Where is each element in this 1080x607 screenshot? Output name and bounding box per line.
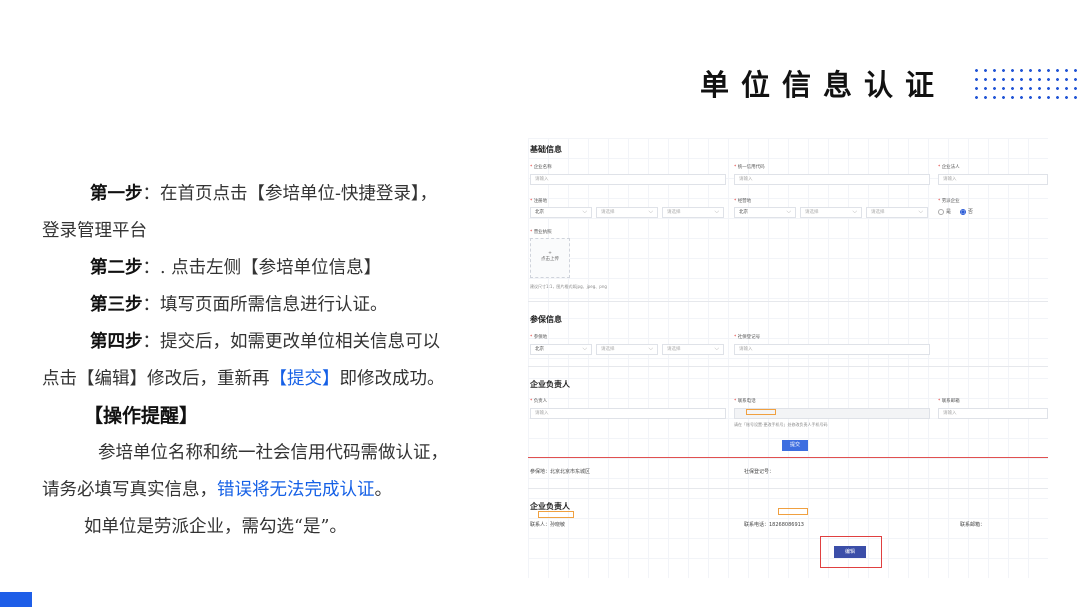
phone-label: * 联系电话	[734, 399, 756, 404]
submit-button[interactable]: 提交	[782, 440, 808, 451]
insured-province-select[interactable]: 北京	[530, 344, 592, 355]
operate-province-select[interactable]: 北京	[734, 207, 796, 218]
register-province-select[interactable]: 北京	[530, 207, 592, 218]
operate-district-select[interactable]: 请选择	[866, 207, 928, 218]
reminder-line-3: 如单位是劳派企业，需勾选“是”。	[84, 517, 347, 537]
company-name-label: * 企业名称	[530, 165, 552, 170]
leader-label: * 负责人	[530, 399, 548, 404]
step4-label: 第四步	[90, 332, 143, 352]
divider	[528, 301, 1048, 302]
step3: 第三步：填写页面所需信息进行认证。	[42, 287, 512, 324]
step1: 第一步：在首页点击【参培单位-快捷登录】，	[42, 176, 512, 213]
operate-city-select[interactable]: 请选择	[800, 207, 862, 218]
legal-person-input[interactable]: 请输入	[938, 174, 1048, 185]
register-label: * 注册地	[530, 199, 548, 204]
form-screenshot: 基础信息 * 企业名称 请输入 * 统一信用代码 请输入 * 企业法人 请输入 …	[528, 138, 1048, 578]
step4-continued: 点击【编辑】修改后，重新再【提交】即修改成功。	[42, 361, 512, 398]
summary-place: 参保地：北京北京市东城区	[530, 469, 591, 475]
submit-highlight: 【提交】	[269, 369, 340, 389]
email-input[interactable]: 请输入	[938, 408, 1048, 419]
social-code-label: * 社保登记号	[734, 335, 761, 340]
divider	[528, 366, 1048, 367]
summary-phone: 联系电话：18268086913	[744, 522, 804, 528]
step4-text: ：提交后，如需更改单位相关信息可以	[142, 332, 441, 352]
summary-social-code: 社保登记号：	[744, 469, 775, 475]
leader-input[interactable]: 请输入	[530, 408, 726, 419]
social-code-input[interactable]: 请输入	[734, 344, 930, 355]
step4-text-b: 即修改成功。	[339, 369, 445, 389]
labor-no-radio[interactable]: 否	[960, 208, 973, 215]
reminder-line-2: 请务必填写真实信息，错误将无法完成认证。	[42, 472, 512, 509]
edit-button[interactable]: 编辑	[834, 546, 866, 558]
credit-code-input[interactable]: 请输入	[734, 174, 930, 185]
step4-text-a: 点击【编辑】修改后，重新再	[42, 369, 270, 389]
step4: 第四步：提交后，如需更改单位相关信息可以	[42, 324, 512, 361]
license-upload[interactable]: + 点击上传	[530, 238, 570, 278]
upload-hint: 建议尺寸1:1，图片格式如jpg、jpeg、png	[530, 284, 607, 289]
labor-yes-radio[interactable]: 是	[938, 208, 951, 215]
register-city-select[interactable]: 请选择	[596, 207, 658, 218]
company-name-input[interactable]: 请输入	[530, 174, 726, 185]
operate-label: * 经营地	[734, 199, 752, 204]
reminder-text-b: 。	[374, 480, 393, 500]
red-separator	[528, 457, 1048, 458]
page-title: 单位信息认证	[700, 68, 947, 102]
leader-name-highlight	[538, 511, 574, 518]
insured-district-select[interactable]: 请选择	[662, 344, 724, 355]
step2-text: ：. 点击左侧【参培单位信息】	[142, 258, 382, 278]
step3-text: ：填写页面所需信息进行认证。	[142, 295, 388, 315]
email-label: * 联系邮箱	[938, 399, 960, 404]
basic-info-title: 基础信息	[530, 145, 562, 154]
reminder-line-1: 参培单位名称和统一社会信用代码需做认证，	[98, 443, 448, 463]
upload-text: 点击上传	[541, 257, 559, 262]
legal-person-label: * 企业法人	[938, 165, 960, 170]
step2: 第二步：. 点击左侧【参培单位信息】	[42, 250, 512, 287]
insured-city-select[interactable]: 请选择	[596, 344, 658, 355]
step3-label: 第三步	[90, 295, 143, 315]
error-warning: 错误将无法完成认证	[217, 480, 375, 500]
divider	[528, 488, 1048, 489]
leader-info-title: 企业负责人	[530, 380, 570, 389]
insured-place-label: * 参保地	[530, 335, 548, 340]
register-district-select[interactable]: 请选择	[662, 207, 724, 218]
summary-contact: 联系人：孙晓敏	[530, 522, 566, 528]
reminder-title: 【操作提醒】	[84, 405, 199, 427]
step2-label: 第二步	[90, 258, 143, 278]
decorative-dot-grid	[972, 66, 1080, 100]
reminder-text-a: 请务必填写真实信息，	[42, 480, 217, 500]
summary-phone-highlight	[778, 508, 808, 515]
summary-email: 联系邮箱：	[960, 522, 986, 528]
credit-code-label: * 统一信用代码	[734, 165, 765, 170]
step1-text: ：在首页点击【参培单位-快捷登录】，	[142, 184, 438, 204]
insurance-info-title: 参保信息	[530, 315, 562, 324]
phone-highlight	[746, 409, 776, 415]
license-label: * 营业执照	[530, 230, 552, 235]
phone-hint: 请在「账号设置-更改手机号」处修改负责人手机号码	[734, 422, 828, 427]
step1-label: 第一步	[90, 184, 143, 204]
labor-label: * 劳派企业	[938, 199, 960, 204]
step1-continued: 登录管理平台	[42, 221, 147, 241]
accent-bar	[0, 592, 32, 607]
